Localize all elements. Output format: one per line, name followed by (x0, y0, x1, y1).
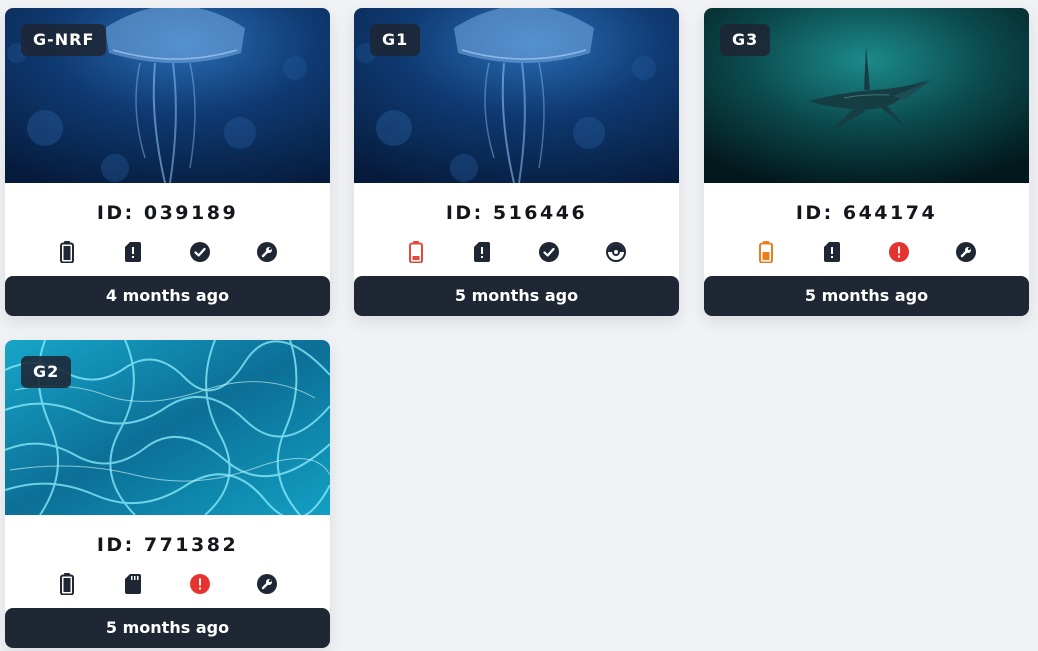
battery-low-icon (404, 240, 428, 264)
error-circle-icon (188, 572, 212, 596)
sd-card-alert-icon (820, 240, 844, 264)
device-name-badge: G1 (370, 24, 421, 56)
error-circle-icon (887, 240, 911, 264)
status-icons (5, 240, 330, 264)
device-card[interactable]: G-NRF ID: 039189 4 months ago (5, 8, 330, 316)
device-id: ID: 516446 (445, 202, 588, 224)
device-name-badge: G-NRF (21, 24, 107, 56)
status-icons (354, 240, 679, 264)
battery-full-icon (55, 240, 79, 264)
device-name-badge: G3 (720, 24, 771, 56)
battery-full-icon (55, 572, 79, 596)
wrench-circle-icon (255, 572, 279, 596)
disc-icon (604, 240, 628, 264)
check-circle-icon (188, 240, 212, 264)
last-seen: 4 months ago (5, 276, 330, 316)
last-seen: 5 months ago (354, 276, 679, 316)
status-icons (704, 240, 1029, 264)
wrench-circle-icon (255, 240, 279, 264)
sd-card-icon (121, 572, 145, 596)
device-id: ID: 771382 (96, 534, 239, 556)
device-id: ID: 039189 (96, 202, 239, 224)
device-name-badge: G2 (21, 356, 72, 388)
last-seen: 5 months ago (5, 608, 330, 648)
device-card[interactable]: G2 ID: 771382 5 months ago (5, 340, 330, 648)
last-seen: 5 months ago (704, 276, 1029, 316)
sd-card-alert-icon (121, 240, 145, 264)
battery-medium-icon (754, 240, 778, 264)
device-card[interactable]: G3 ID: 644174 5 months ago (704, 8, 1029, 316)
status-icons (5, 572, 330, 596)
device-card[interactable]: G1 ID: 516446 5 months ago (354, 8, 679, 316)
wrench-circle-icon (954, 240, 978, 264)
sd-card-alert-icon (470, 240, 494, 264)
check-circle-icon (537, 240, 561, 264)
device-id: ID: 644174 (795, 202, 938, 224)
